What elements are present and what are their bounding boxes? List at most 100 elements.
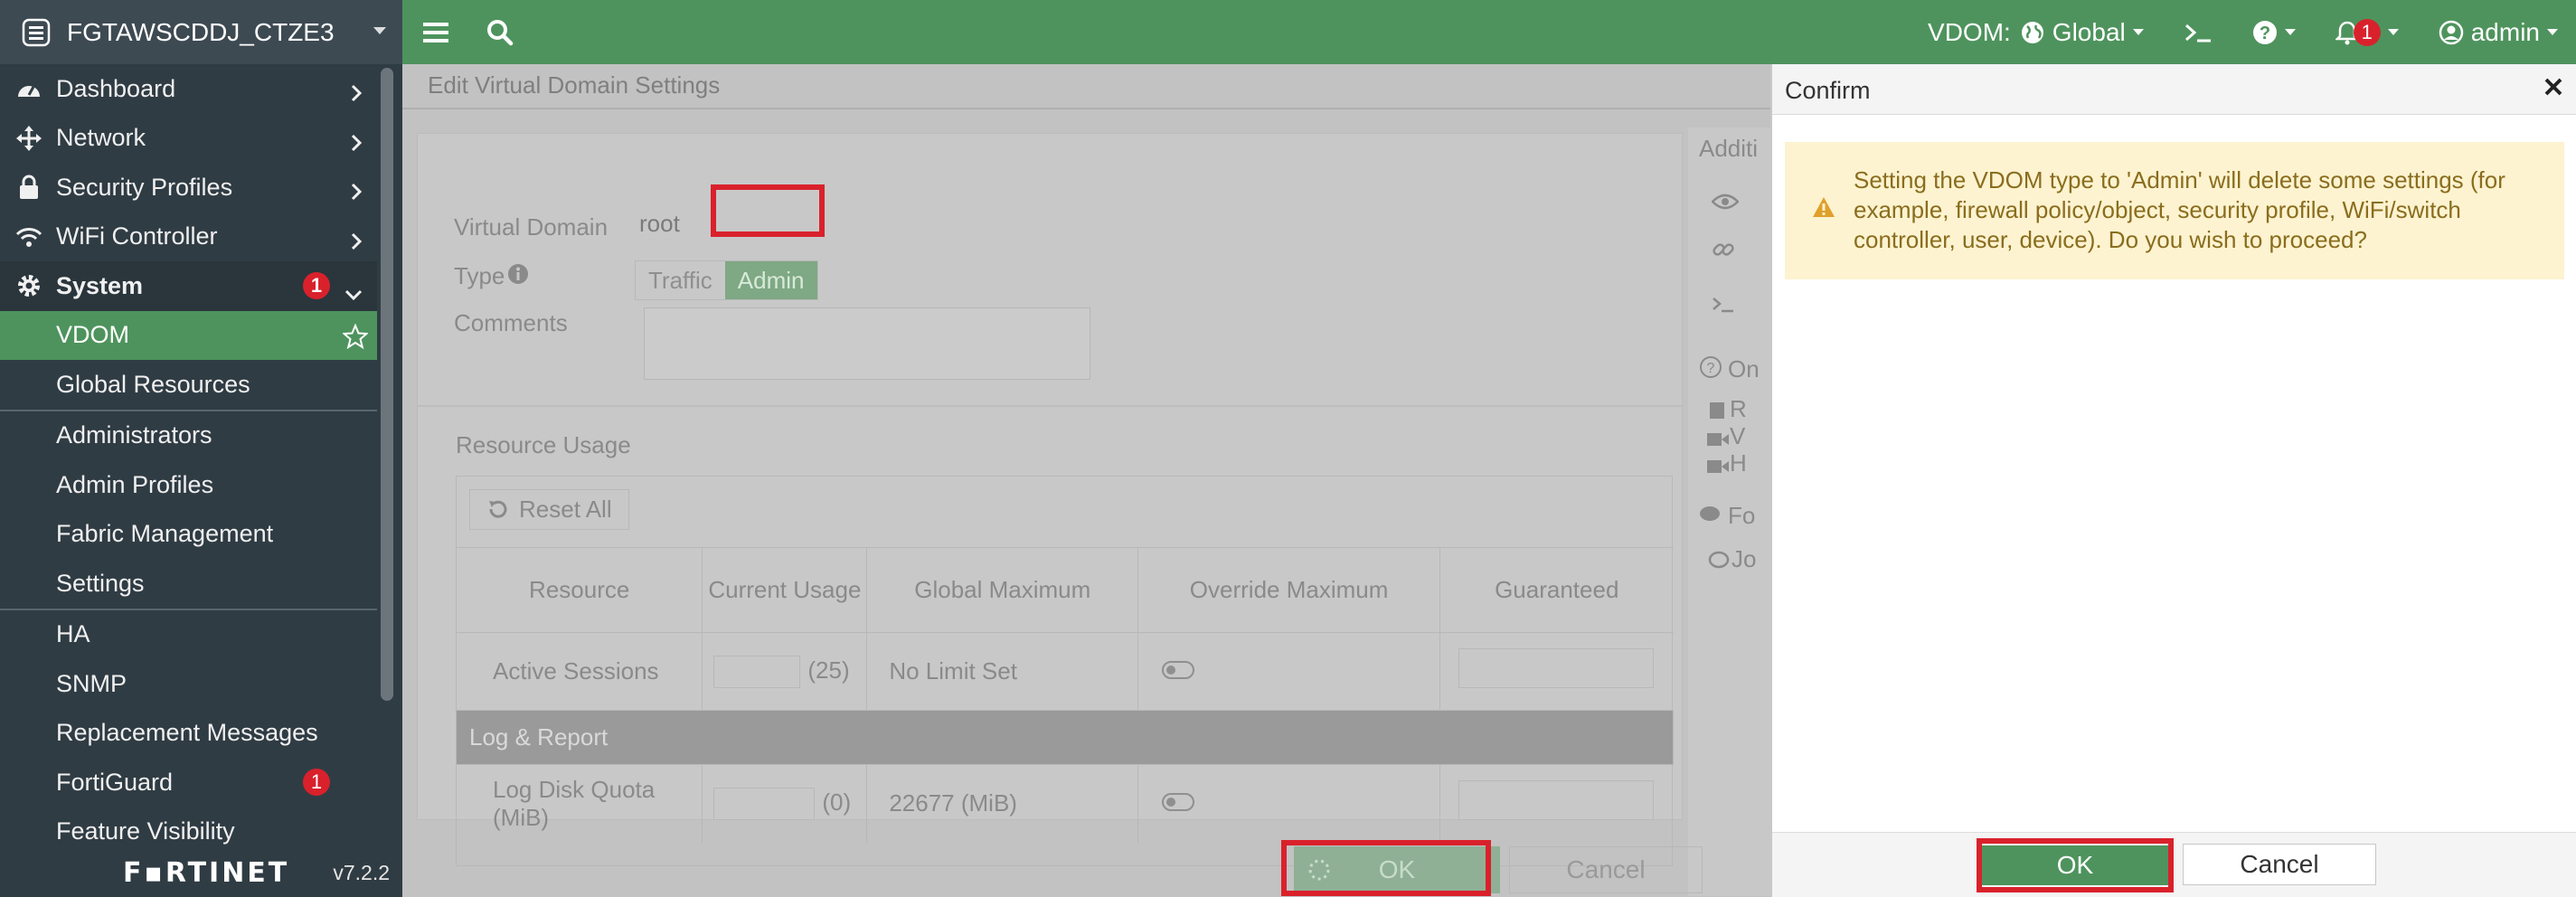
- current-usage-cell: (25): [702, 632, 868, 711]
- dialog-header: Confirm: [1772, 64, 2576, 115]
- fortigate-device-icon: [18, 14, 54, 51]
- sidebar-item-replacement-messages[interactable]: Replacement Messages: [0, 709, 377, 759]
- sidebar-item-label: Global Resources: [56, 370, 250, 398]
- fortinet-logo: F▪RTINET: [123, 857, 290, 889]
- page-title: Edit Virtual Domain Settings: [428, 71, 721, 99]
- top-bar: FGTAWSCDDJ_CTZE3 VDOM: Global ? 1 admin: [0, 0, 2576, 64]
- comments-textarea[interactable]: [644, 307, 1090, 380]
- sidebar-item-label: System: [56, 271, 144, 299]
- warning-message-box: Setting the VDOM type to 'Admin' will de…: [1785, 142, 2564, 279]
- device-selector[interactable]: FGTAWSCDDJ_CTZE3: [0, 0, 402, 64]
- global-max-value: 22677 (MiB): [866, 764, 1139, 843]
- system-badge: 1: [303, 272, 330, 299]
- device-name: FGTAWSCDDJ_CTZE3: [67, 17, 335, 46]
- svg-text:?: ?: [2260, 24, 2270, 43]
- sidebar-item-dashboard[interactable]: Dashboard: [0, 64, 377, 114]
- guaranteed-input[interactable]: [1458, 648, 1654, 688]
- chevron-down-icon: [2132, 29, 2144, 35]
- eye-icon[interactable]: [1711, 189, 1740, 217]
- type-option-admin[interactable]: Admin: [724, 261, 817, 299]
- sidebar-footer: F▪RTINET v7.2.2: [0, 846, 402, 897]
- main-content: Edit Virtual Domain Settings Virtual Dom…: [402, 64, 1770, 897]
- warning-message-text: Setting the VDOM type to 'Admin' will de…: [1854, 166, 2505, 253]
- global-max-value: No Limit Set: [866, 632, 1139, 711]
- sidebar-item-ha[interactable]: HA: [0, 610, 377, 660]
- star-icon[interactable]: [341, 322, 370, 355]
- reset-all-button[interactable]: Reset All: [469, 489, 629, 530]
- close-icon[interactable]: [2542, 75, 2565, 103]
- virtual-domain-label: Virtual Domain: [454, 213, 609, 241]
- help-circle-icon: ?: [1699, 355, 1722, 385]
- menu-icon[interactable]: [418, 14, 454, 51]
- dialog-cancel-button[interactable]: Cancel: [2183, 844, 2376, 885]
- sidebar-item-system[interactable]: System 1: [0, 261, 377, 311]
- sidebar-item-network[interactable]: Network: [0, 114, 377, 164]
- chevron-right-icon: [350, 179, 363, 207]
- chevron-down-icon: [2284, 29, 2296, 35]
- link-icon[interactable]: [1712, 238, 1735, 268]
- video-icon: [1706, 453, 1730, 481]
- video-icon: [1706, 426, 1730, 454]
- override-cell: [1137, 764, 1440, 843]
- cancel-button[interactable]: Cancel: [1509, 846, 1703, 893]
- sidebar-item-label: SNMP: [56, 669, 127, 697]
- sidebar-item-security-profiles[interactable]: Security Profiles: [0, 163, 377, 212]
- help-link-partial[interactable]: R: [1730, 395, 1747, 423]
- table-header-row: Resource Current Usage Global Maximum Ov…: [457, 547, 1674, 633]
- guaranteed-input[interactable]: [1458, 780, 1654, 821]
- sidebar-item-label: Administrators: [56, 421, 212, 449]
- chevron-down-icon: [344, 279, 363, 307]
- sidebar-item-label: Security Profiles: [56, 173, 233, 201]
- vdom-selector[interactable]: VDOM: Global: [1928, 18, 2144, 47]
- terminal-icon[interactable]: [1712, 292, 1735, 320]
- dialog-cancel-label: Cancel: [2240, 850, 2319, 878]
- video-link-partial[interactable]: H: [1730, 449, 1747, 477]
- override-toggle[interactable]: [1162, 661, 1195, 679]
- help-menu[interactable]: ?: [2252, 20, 2296, 45]
- sidebar-item-snmp[interactable]: SNMP: [0, 659, 377, 709]
- sidebar-item-administrators[interactable]: Administrators: [0, 411, 377, 461]
- search-icon[interactable]: [482, 14, 518, 51]
- vdom-label: VDOM:: [1928, 17, 2011, 46]
- col-header-current-usage: Current Usage: [702, 547, 868, 633]
- notification-badge: 1: [2353, 18, 2381, 46]
- sidebar-item-fabric-management[interactable]: Fabric Management: [0, 510, 377, 560]
- vdom-settings-card: Virtual Domain root Type Traffic Admin C…: [417, 133, 1684, 866]
- user-menu[interactable]: admin: [2439, 18, 2558, 47]
- notifications-menu[interactable]: 1: [2335, 18, 2399, 46]
- lock-icon: [14, 173, 43, 202]
- sidebar-item-label: Admin Profiles: [56, 470, 214, 498]
- terminal-icon: [2184, 22, 2213, 43]
- chevron-right-icon: [350, 130, 363, 158]
- sidebar-item-global-resources[interactable]: Global Resources: [0, 360, 377, 410]
- table-row: Log Disk Quota (MiB) (0) 22677 (MiB): [457, 764, 1674, 843]
- sidebar-item-wifi-controller[interactable]: WiFi Controller: [0, 212, 377, 262]
- resource-table: Resource Current Usage Global Maximum Ov…: [457, 547, 1674, 843]
- video-link-partial[interactable]: V: [1730, 422, 1745, 450]
- sidebar: Dashboard Network Security Profiles WiFi…: [0, 64, 402, 897]
- override-toggle[interactable]: [1162, 793, 1195, 812]
- sidebar-item-fortiguard[interactable]: FortiGuard 1: [0, 758, 377, 807]
- comments-label: Comments: [454, 309, 568, 336]
- sidebar-item-label: FortiGuard: [56, 768, 174, 796]
- globe-icon: [2020, 20, 2045, 45]
- sidebar-scrollbar[interactable]: [381, 68, 393, 701]
- join-link-partial[interactable]: Jo: [1731, 545, 1756, 573]
- cli-console-button[interactable]: [2184, 22, 2213, 43]
- sidebar-item-settings[interactable]: Settings: [0, 559, 377, 609]
- type-option-traffic[interactable]: Traffic: [636, 261, 725, 299]
- virtual-domain-value: root: [639, 210, 680, 237]
- resource-name: Active Sessions: [457, 632, 703, 711]
- chevron-right-icon: [350, 80, 363, 109]
- current-usage-cell: (0): [702, 764, 868, 843]
- usage-spinner: [713, 787, 816, 820]
- help-icon: ?: [2252, 20, 2278, 45]
- resource-name: Log Disk Quota (MiB): [457, 764, 703, 843]
- sidebar-item-admin-profiles[interactable]: Admin Profiles: [0, 460, 377, 510]
- sidebar-item-vdom[interactable]: VDOM: [0, 310, 377, 360]
- wifi-icon: [14, 222, 43, 251]
- resource-usage-title: Resource Usage: [456, 431, 631, 458]
- highlight-dialog-ok: [1977, 838, 2174, 892]
- dashboard-gauge-icon: [14, 74, 43, 103]
- col-header-resource: Resource: [457, 547, 703, 633]
